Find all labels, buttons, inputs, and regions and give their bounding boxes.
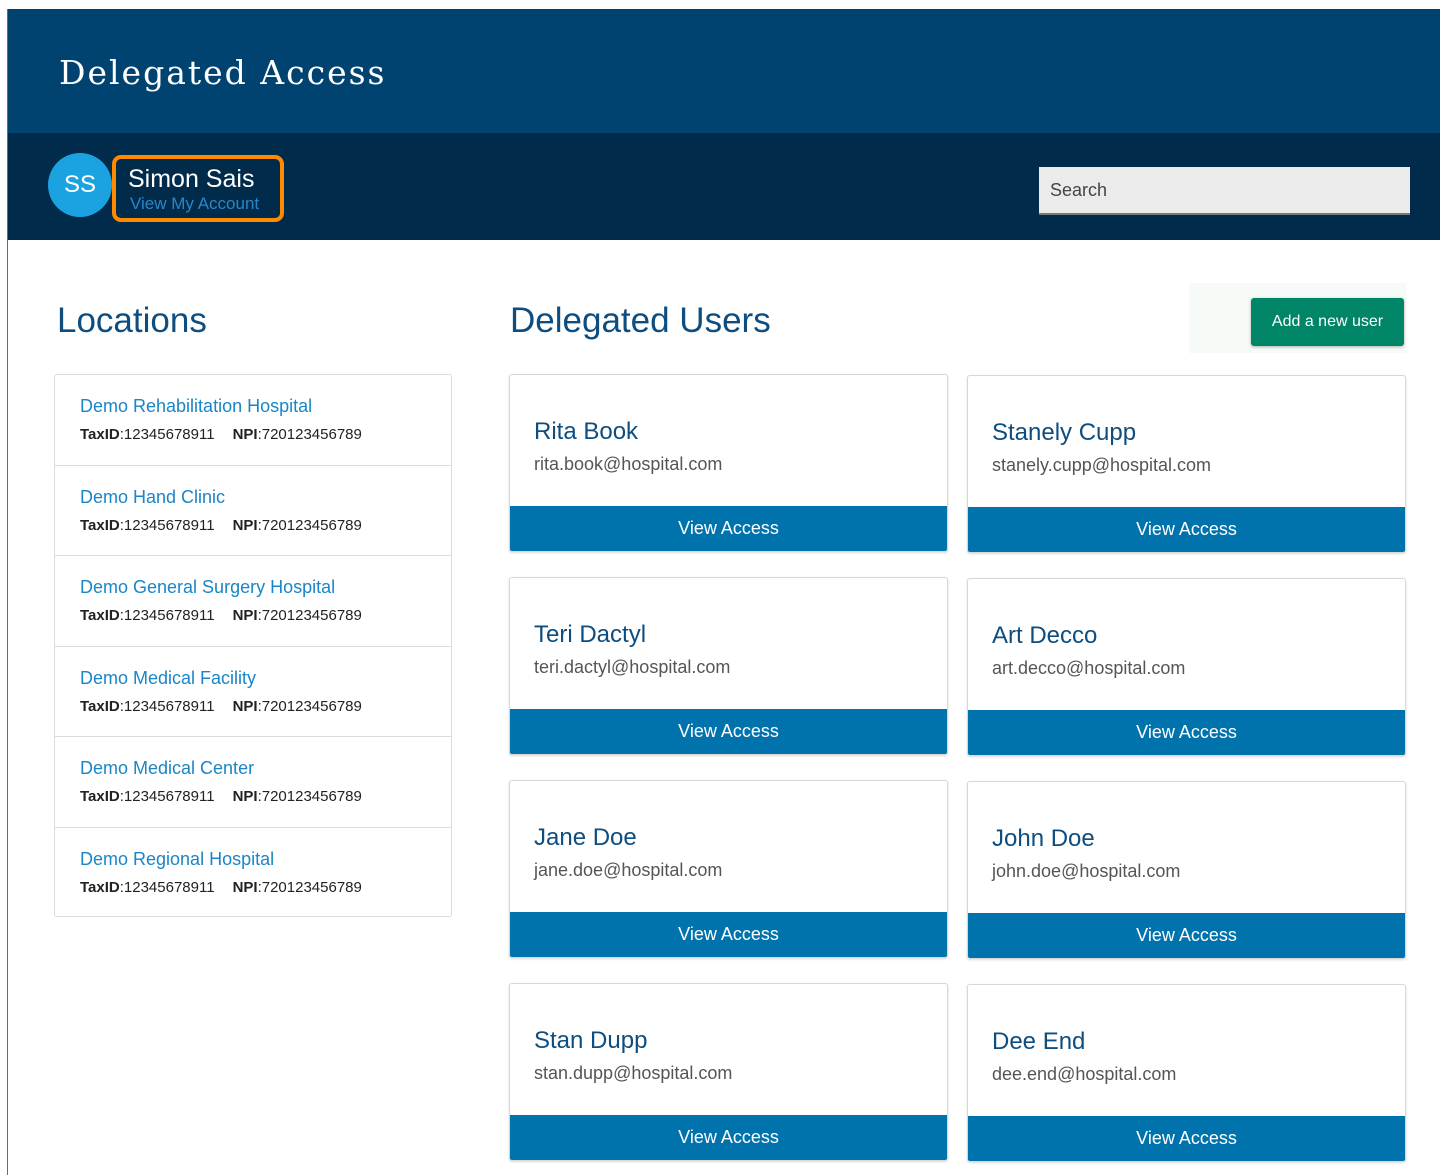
taxid-label: TaxID <box>80 878 120 896</box>
npi-label: NPI <box>232 788 258 805</box>
taxid-label: TaxID <box>80 607 120 624</box>
location-link[interactable]: Demo Medical Facility <box>80 668 451 689</box>
locations-title: Locations <box>57 301 207 340</box>
location-item: Demo Hand Clinic TaxID:12345678911 NPI:72… <box>55 466 451 556</box>
user-card: Stan Dupp stan.dupp@hospital.com View Ac… <box>509 983 948 1161</box>
taxid-value: 12345678911 <box>123 516 215 534</box>
user-card-name: John Doe <box>992 825 1095 852</box>
taxid-value: 12345678911 <box>123 697 215 715</box>
location-item: Demo Rehabilitation Hospital TaxID:12345… <box>55 375 451 466</box>
user-card-name: Art Decco <box>992 622 1098 649</box>
view-access-button[interactable]: View Access <box>510 912 947 957</box>
npi-label: NPI <box>232 607 258 624</box>
view-access-button[interactable]: View Access <box>968 1116 1405 1161</box>
taxid-label: TaxID <box>80 516 120 534</box>
taxid-value: 12345678911 <box>123 878 215 896</box>
user-card-name: Teri Dactyl <box>534 621 647 648</box>
view-access-button[interactable]: View Access <box>968 710 1405 755</box>
location-link[interactable]: Demo General Surgery Hospital <box>80 577 451 598</box>
taxid-label: TaxID <box>80 697 120 715</box>
npi-value: 720123456789 <box>261 516 362 534</box>
location-item: Demo Regional Hospital TaxID:12345678911… <box>55 828 451 919</box>
location-link[interactable]: Demo Rehabilitation Hospital <box>80 396 451 417</box>
user-card-name: Dee End <box>992 1028 1086 1055</box>
view-access-button[interactable]: View Access <box>510 506 947 551</box>
user-card-email: art.decco@hospital.com <box>992 658 1186 678</box>
location-ids: TaxID:12345678911 NPI:720123456789 <box>80 607 362 624</box>
npi-value: 720123456789 <box>261 426 362 443</box>
view-access-button[interactable]: View Access <box>510 709 947 754</box>
locations-list: Demo Rehabilitation Hospital TaxID:12345… <box>54 374 452 917</box>
view-access-button[interactable]: View Access <box>510 1115 947 1160</box>
npi-value: 720123456789 <box>261 607 362 624</box>
user-card-email: john.doe@hospital.com <box>992 861 1181 881</box>
user-card-email: stan.dupp@hospital.com <box>534 1063 733 1083</box>
npi-label: NPI <box>232 516 258 534</box>
user-card-email: teri.dactyl@hospital.com <box>534 657 731 677</box>
user-card-name: Stan Dupp <box>534 1027 648 1054</box>
location-ids: TaxID:12345678911 NPI:720123456789 <box>80 878 362 896</box>
location-ids: TaxID:12345678911 NPI:720123456789 <box>80 697 362 715</box>
taxid-value: 12345678911 <box>123 788 215 805</box>
taxid-value: 12345678911 <box>123 426 215 443</box>
app-title: Delegated Access <box>59 53 387 92</box>
location-item: Demo Medical Center TaxID:12345678911 NPI… <box>55 737 451 828</box>
npi-label: NPI <box>232 426 258 443</box>
user-card-email: rita.book@hospital.com <box>534 454 723 474</box>
user-card: Jane Doe jane.doe@hospital.com View Acce… <box>509 780 948 958</box>
view-access-button[interactable]: View Access <box>968 913 1405 958</box>
npi-label: NPI <box>232 697 258 715</box>
taxid-label: TaxID <box>80 426 120 443</box>
user-card: John Doe john.doe@hospital.com View Acce… <box>967 781 1406 959</box>
location-link[interactable]: Demo Regional Hospital <box>80 849 451 870</box>
user-card-email: jane.doe@hospital.com <box>534 860 723 880</box>
add-new-user-button[interactable]: Add a new user <box>1251 298 1404 346</box>
taxid-label: TaxID <box>80 788 120 805</box>
user-card-email: stanely.cupp@hospital.com <box>992 455 1212 475</box>
npi-value: 720123456789 <box>261 788 362 805</box>
location-ids: TaxID:12345678911 NPI:720123456789 <box>80 788 362 805</box>
npi-label: NPI <box>232 878 258 896</box>
location-ids: TaxID:12345678911 NPI:720123456789 <box>80 516 362 534</box>
npi-value: 720123456789 <box>261 878 362 896</box>
location-link[interactable]: Demo Hand Clinic <box>80 487 451 508</box>
view-my-account-link[interactable]: View My Account <box>130 194 259 214</box>
user-card-email: dee.end@hospital.com <box>992 1064 1177 1084</box>
user-card-name: Stanely Cupp <box>992 419 1137 446</box>
user-card: Stanely Cupp stanely.cupp@hospital.com V… <box>967 375 1406 553</box>
location-item: Demo Medical Facility TaxID:12345678911 N… <box>55 647 451 737</box>
search-input[interactable] <box>1039 167 1410 215</box>
user-card: Rita Book rita.book@hospital.com View Ac… <box>509 374 948 552</box>
user-card: Art Decco art.decco@hospital.com View Ac… <box>967 578 1406 756</box>
user-card-name: Jane Doe <box>534 824 637 851</box>
avatar[interactable]: SS <box>48 153 112 217</box>
view-access-button[interactable]: View Access <box>968 507 1405 552</box>
delegated-users-title: Delegated Users <box>510 301 771 340</box>
taxid-value: 12345678911 <box>123 607 215 624</box>
location-ids: TaxID:12345678911 NPI:720123456789 <box>80 426 362 443</box>
user-card-name: Rita Book <box>534 418 639 445</box>
user-card: Teri Dactyl teri.dactyl@hospital.com Vie… <box>509 577 948 755</box>
location-link[interactable]: Demo Medical Center <box>80 758 451 779</box>
user-bar: SS Simon Sais View My Account <box>8 133 1440 240</box>
top-banner: Delegated Access <box>8 9 1440 133</box>
user-card: Dee End dee.end@hospital.com View Access <box>967 984 1406 1162</box>
account-highlight: Simon Sais View My Account <box>112 155 284 222</box>
npi-value: 720123456789 <box>261 697 362 715</box>
location-item: Demo General Surgery Hospital TaxID:1234… <box>55 556 451 647</box>
user-name: Simon Sais <box>128 165 255 193</box>
app-frame: Delegated Access SS Simon Sais View My A… <box>7 9 1440 1175</box>
